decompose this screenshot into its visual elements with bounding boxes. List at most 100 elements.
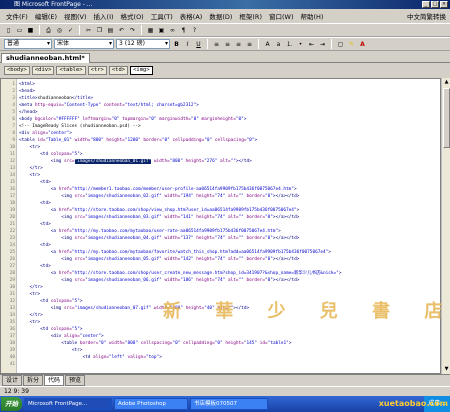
menu-item[interactable]: 框架(R) [239,11,262,21]
view-tab[interactable]: 预览 [65,374,86,386]
help-icon[interactable]: ? [190,26,199,35]
bullet-list-icon[interactable]: • [296,40,305,49]
scroll-up-icon[interactable]: ▲ [442,78,450,87]
code-line[interactable]: 10 <tr> [1,144,440,151]
copy-icon[interactable]: ❐ [95,26,104,35]
code-line[interactable]: 38 <table border="0" width="800" cellspa… [1,340,440,347]
code-line[interactable]: 25 <a href="http://my.taobao.com/mytaoba… [1,249,440,256]
task-photoshop[interactable]: Adobe Photoshop [114,398,188,410]
decrease-font-icon[interactable]: a [274,40,283,49]
save-icon[interactable]: ■ [26,26,35,35]
code-line[interactable]: 24 <td> [1,242,440,249]
style-select[interactable]: 普通 [4,39,52,49]
tag-selector-item[interactable]: <tr> [87,66,107,75]
code-line[interactable]: 21 <td> [1,221,440,228]
code-line[interactable]: 11 <td colspan="5"> [1,151,440,158]
align-right-icon[interactable]: ≡ [234,40,243,49]
chinese-convert-button[interactable]: 中文简繁转换 [407,11,446,21]
menu-item[interactable]: 表格(A) [180,11,203,21]
code-line[interactable]: 20 <img src="images/shudianneoban_03.gif… [1,214,440,221]
code-line[interactable]: 17 <img src="images/shudianneoban_02.gif… [1,193,440,200]
view-tab[interactable]: 设计 [2,374,23,386]
new-icon[interactable]: ▯ [4,26,13,35]
underline-icon[interactable]: U [194,40,203,49]
menu-item[interactable]: 数据(D) [209,11,232,21]
code-line[interactable]: 5 </head> [1,109,440,116]
view-tab[interactable]: 代码 [44,374,65,386]
minimize-icon[interactable]: _ [422,1,430,8]
code-line[interactable]: 23 <img src="images/shudianneoban_04.gif… [1,235,440,242]
border-icon[interactable]: ▢ [336,40,345,49]
task-folder[interactable]: 书店模板070507 [190,398,268,410]
menu-item[interactable]: 插入(I) [94,11,114,21]
tag-selector-item[interactable]: <table> [56,66,86,75]
align-left-icon[interactable]: ≡ [212,40,221,49]
align-center-icon[interactable]: ≡ [223,40,232,49]
justify-icon[interactable]: ≡ [245,40,254,49]
code-line[interactable]: 4 <meta http-equiv="Content-Type" content… [1,102,440,109]
print-icon[interactable]: ⎙ [44,26,53,35]
cut-icon[interactable]: ✂ [84,26,93,35]
paste-icon[interactable]: ▤ [106,26,115,35]
code-line[interactable]: 1 <html> [1,81,440,88]
spell-icon[interactable]: ✓ [66,26,75,35]
menu-item[interactable]: 工具(T) [151,11,173,21]
menu-item[interactable]: 视图(V) [64,11,87,21]
tag-selector-item[interactable]: <img> [130,66,153,75]
italic-icon[interactable]: I [183,40,192,49]
code-line[interactable]: 27 <td> [1,263,440,270]
code-line[interactable]: 18 <td> [1,200,440,207]
code-line[interactable]: 8 <div align="center"> [1,130,440,137]
outdent-icon[interactable]: ⇤ [307,40,316,49]
menu-item[interactable]: 编辑(E) [35,11,57,21]
undo-icon[interactable]: ↶ [117,26,126,35]
menu-item[interactable]: 文件(F) [6,11,28,21]
task-frontpage[interactable]: Microsoft FrontPage... [24,398,112,410]
code-line[interactable]: 40 <td align="left" valign="top"> [1,354,440,361]
code-line[interactable]: 16 <a href="http://member1.taobao.com/me… [1,186,440,193]
menu-item[interactable]: 格式(O) [121,11,144,21]
code-line[interactable]: 7 <!-- ImageReady Slices (shudianneoban.p… [1,123,440,130]
highlight-icon[interactable]: ✎ [347,40,356,49]
maximize-icon[interactable]: □ [431,1,439,8]
vertical-scrollbar[interactable]: ▲ ▼ [441,78,450,374]
code-line[interactable]: 3 <title>shudianneoban</title> [1,95,440,102]
code-line[interactable]: 19 <a href="http://store.taobao.com/shop… [1,207,440,214]
code-line[interactable]: 39 <tr> [1,347,440,354]
tag-selector-item[interactable]: <td> [108,66,129,75]
code-line[interactable]: 29 <img src="images/shudianneoban_06.gif… [1,277,440,284]
code-line[interactable]: 26 <img src="images/shudianneoban_05.gif… [1,256,440,263]
code-line[interactable]: 30 </tr> [1,284,440,291]
redo-icon[interactable]: ↷ [128,26,137,35]
menu-item[interactable]: 窗口(W) [269,11,294,21]
tag-selector-item[interactable]: <body> [4,66,30,75]
code-editor[interactable]: 1 <html> 2 <head> 3 <title>shudianneoban</tit… [0,78,441,374]
size-select[interactable]: 3 (12 磅) [116,39,170,49]
increase-font-icon[interactable]: A [263,40,272,49]
indent-icon[interactable]: ⇥ [318,40,327,49]
menu-item[interactable]: 帮助(H) [300,11,323,21]
close-icon[interactable]: × [440,1,448,8]
scroll-down-icon[interactable]: ▼ [442,365,450,374]
code-line[interactable]: 12 <img src="images/shudianneoban_01.gif… [1,158,440,165]
code-line[interactable]: 41 [1,361,440,368]
code-line[interactable]: 37 <div align="center"> [1,333,440,340]
code-line[interactable]: 9 <table id="Table_01" width="800" height… [1,137,440,144]
code-line[interactable]: 36 <td colspan="5"> [1,326,440,333]
table-icon[interactable]: ▦ [146,26,155,35]
link-icon[interactable]: ∞ [168,26,177,35]
code-line[interactable]: 13 </tr> [1,165,440,172]
picture-icon[interactable]: ▣ [157,26,166,35]
scroll-thumb[interactable] [443,88,450,148]
tab-document[interactable]: shudianneoban.html* [1,53,90,63]
font-color-icon[interactable]: A [358,40,367,49]
bold-icon[interactable]: B [172,40,181,49]
view-tab[interactable]: 拆分 [23,374,44,386]
code-line[interactable]: 6 <body bgcolor="#FFFFFF" leftmargin="0" … [1,116,440,123]
open-icon[interactable]: ▭ [15,26,24,35]
code-line[interactable]: 14 <tr> [1,172,440,179]
code-line[interactable]: 28 <a href="http://store.taobao.com/shop… [1,270,440,277]
code-line[interactable]: 15 <td> [1,179,440,186]
code-line[interactable]: 22 <a href="http://my.taobao.com/mytaoba… [1,228,440,235]
code-line[interactable]: 2 <head> [1,88,440,95]
